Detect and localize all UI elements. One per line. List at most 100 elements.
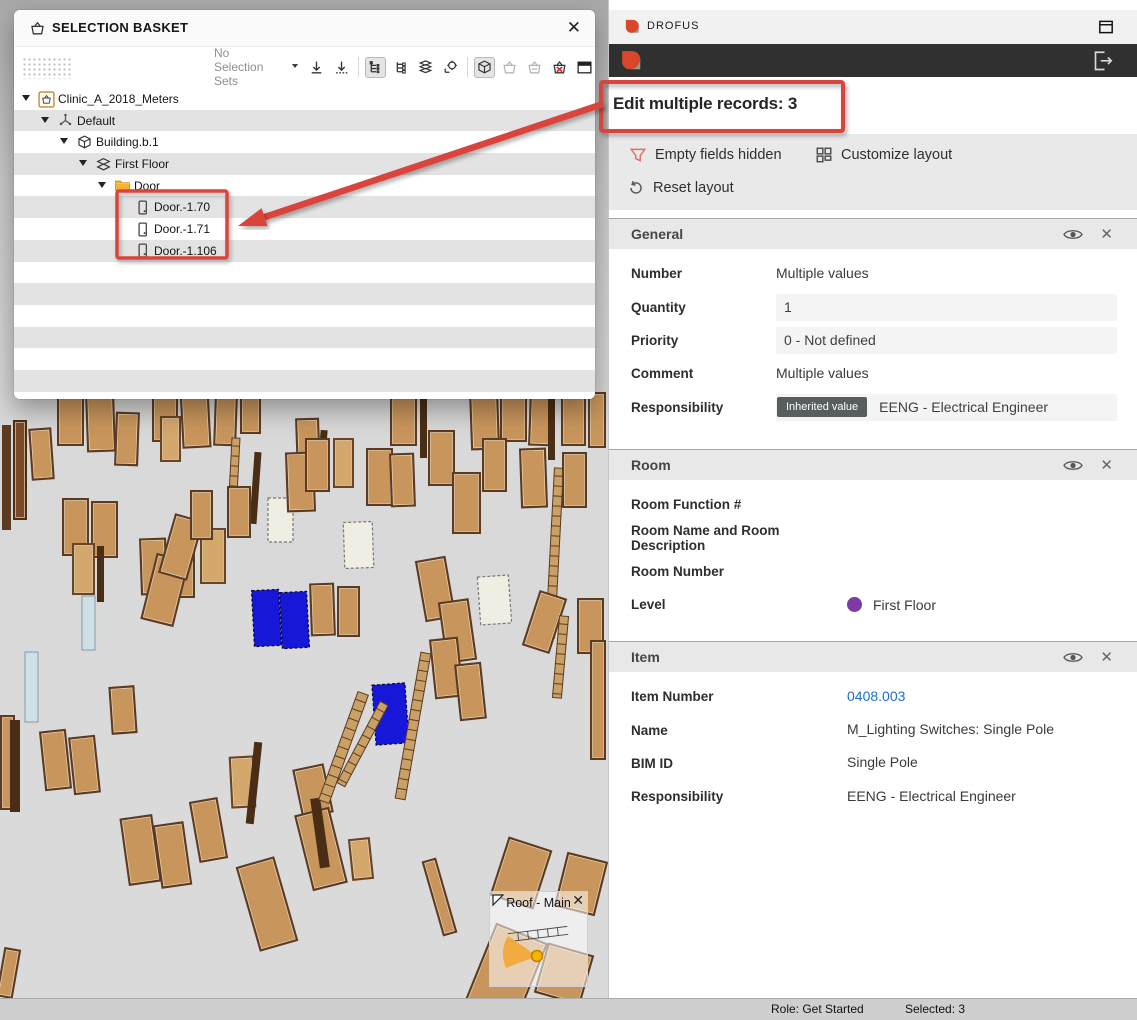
field-value-text: EENG - Electrical Engineer [847,788,1016,804]
visibility-eye-icon[interactable] [1062,650,1084,665]
view-cube-minimap[interactable]: Roof - Main ✕ [489,891,588,987]
customize-layout-button[interactable]: Customize layout [815,146,952,164]
empty-fields-hidden-button[interactable]: Empty fields hidden [629,146,782,164]
tree-item-label: Door.-1.70 [154,200,210,214]
section-title: Room [631,457,1062,473]
toolbar-separator [467,57,468,77]
field-label: Level [631,597,847,612]
tree-empty-row[interactable] [14,305,595,327]
selection-sets-label[interactable]: No Selection Sets [214,46,282,88]
tree-empty-row[interactable] [14,327,595,349]
reset-layout-button[interactable]: Reset layout [627,179,734,197]
tree-row[interactable]: Building.b.1 [14,131,595,153]
import-tray-icon[interactable] [331,57,352,78]
section-close-icon[interactable]: ✕ [1100,456,1113,474]
expand-arrow-icon[interactable] [98,182,106,188]
tree-item-label: Clinic_A_2018_Meters [58,92,179,106]
expand-arrow-icon[interactable] [41,117,49,123]
selection-basket-dialog: SELECTION BASKET ✕ No Selection Sets Cli… [14,10,595,399]
tree-item-label: Door.-1.106 [154,244,217,258]
drofus-app-name: DROFUS [647,20,699,32]
layout-grid-icon [815,146,833,164]
field-row-room-name-and-room-description: Room Name and Room Description [609,521,1137,554]
selection-basket-titlebar[interactable]: SELECTION BASKET ✕ [14,10,595,47]
logout-icon[interactable] [1088,47,1115,79]
field-input[interactable]: Inherited value EENG - Electrical Engine… [776,394,1117,421]
field-label: BIM ID [631,756,847,771]
field-value-text: Multiple values [776,365,869,381]
minimap-close-icon[interactable]: ✕ [572,893,584,907]
visibility-eye-icon[interactable] [1062,458,1084,473]
field-row-room-function-: Room Function # [609,488,1137,521]
visibility-eye-icon[interactable] [1062,227,1084,242]
selection-basket-toolbar: No Selection Sets [14,48,595,86]
field-input[interactable]: 1 [776,294,1117,321]
toolbar-drag-grip[interactable] [22,57,72,79]
basket-remove-icon[interactable] [549,57,570,78]
field-value-text: M_Lighting Switches: Single Pole [847,721,1054,737]
section-close-icon[interactable]: ✕ [1100,225,1113,243]
field-row-responsibility: ResponsibilityEENG - Electrical Engineer [609,780,1137,813]
field-row-comment: CommentMultiple values [609,357,1137,390]
basket-add-icon [499,57,520,78]
basket-duplicate-icon [524,57,545,78]
drofus-panel: DROFUS Edit multiple records: 3 [608,0,1137,998]
tree-empty-row[interactable] [14,370,595,392]
expand-arrow-icon[interactable] [60,138,68,144]
basket-icon [29,20,46,42]
expand-arrow-icon[interactable] [22,95,30,101]
cube-icon[interactable] [474,57,495,78]
status-selected-count: Selected: 3 [905,1002,965,1016]
expand-arrow-icon[interactable] [79,160,87,166]
field-label: Room Number [631,564,847,579]
field-input[interactable]: 0 - Not defined [776,327,1117,354]
import-icon[interactable] [306,57,327,78]
window-layout-icon[interactable] [574,57,595,78]
item-number-link[interactable]: 0408.003 [847,688,905,704]
section-close-icon[interactable]: ✕ [1100,648,1113,666]
field-label: Comment [631,366,776,381]
field-row-priority: Priority0 - Not defined [609,324,1137,357]
funnel-icon [629,146,647,164]
section-title: Item [631,649,1062,665]
tree-row[interactable]: Door [14,175,595,197]
field-row-item-number: Item Number0408.003 [609,680,1137,713]
tree-row[interactable]: Clinic_A_2018_Meters [14,88,595,110]
chevron-down-icon[interactable] [290,58,300,76]
field-row-name: NameM_Lighting Switches: Single Pole [609,713,1137,746]
field-value-text: First Floor [873,597,936,613]
section-title: General [631,226,1062,242]
edit-records-heading: Edit multiple records: 3 [613,94,797,114]
tree-row[interactable]: Door.-1.71 [14,218,595,240]
status-bar: Role: Get Started Selected: 3 [0,998,1137,1020]
field-row-quantity: Quantity1 [609,290,1137,323]
field-value-text: Single Pole [847,754,918,770]
tree-row[interactable]: First Floor [14,153,595,175]
field-label: Room Function # [631,497,847,512]
tree-item-label: Building.b.1 [96,135,159,149]
field-value-text: EENG - Electrical Engineer [879,399,1048,415]
panel-dock-icon[interactable] [1097,18,1115,41]
section-header: Item ✕ [609,641,1137,672]
field-label: Priority [631,333,776,348]
section-room: Room ✕ Room Function # Room Name and Room … [609,449,1137,622]
tree-list-icon[interactable] [390,57,411,78]
field-row-number: NumberMultiple values [609,257,1137,290]
tree-empty-row[interactable] [14,283,595,305]
dialog-close-icon[interactable]: ✕ [567,18,581,38]
tree-empty-row[interactable] [14,262,595,284]
tree-row[interactable]: Door.-1.70 [14,196,595,218]
status-role: Role: Get Started [771,1002,864,1016]
drofus-titlebar[interactable]: DROFUS [609,10,1137,44]
level-color-dot [847,597,862,612]
tree-row[interactable]: Default [14,110,595,132]
tree-row[interactable]: Door.-1.106 [14,240,595,262]
tree-empty-row[interactable] [14,348,595,370]
field-label: Number [631,266,776,281]
tree-target-icon[interactable] [440,57,461,78]
layers-icon[interactable] [415,57,436,78]
field-value-text: Multiple values [776,265,869,281]
tree-structure-icon[interactable] [365,57,386,78]
section-header: General ✕ [609,218,1137,249]
field-label: Room Name and Room Description [631,523,847,553]
